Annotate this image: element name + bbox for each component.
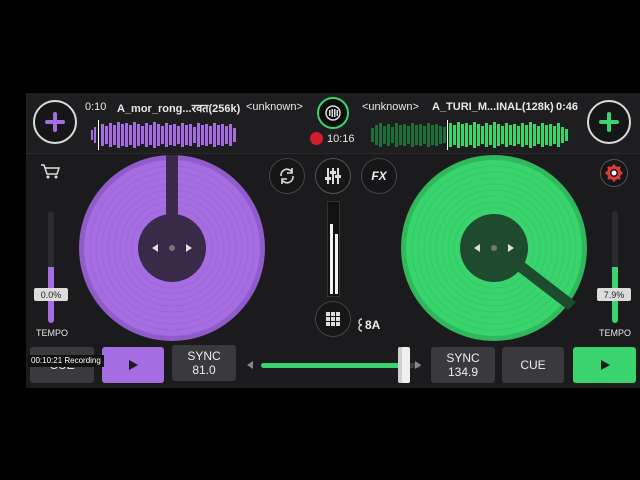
play-icon (600, 360, 610, 370)
sync-cycle-icon (280, 168, 294, 184)
left-waveform[interactable] (89, 120, 239, 150)
right-waveform[interactable] (369, 120, 574, 150)
gear-icon (605, 164, 623, 182)
right-bpm-value: 134.9 (447, 365, 479, 379)
fx-icon: FX (371, 169, 387, 183)
add-track-left-button[interactable] (33, 100, 77, 144)
right-tempo-value: 7.9% (597, 288, 631, 301)
left-bpm-value: 81.0 (192, 363, 216, 377)
right-track-title: A_TURI_M...INAL(128k) (432, 101, 554, 113)
top-bar: 0:10 A_mor_rong...रवत(256k) <unknown> 10… (26, 93, 640, 154)
dj-app-window: 0:10 A_mor_rong...रवत(256k) <unknown> 10… (26, 93, 640, 388)
add-track-right-button[interactable] (587, 100, 631, 144)
right-platter[interactable] (400, 154, 588, 342)
right-sync-label: SYNC (446, 351, 480, 365)
sync-cycle-button[interactable] (269, 158, 305, 194)
grid-icon (326, 312, 340, 326)
left-play-button[interactable] (102, 347, 164, 383)
app-logo-button[interactable] (317, 97, 349, 129)
left-sync-label: SYNC (187, 349, 221, 363)
grid-menu-button[interactable] (315, 301, 351, 337)
left-tempo-value: 0.0% (34, 288, 68, 301)
bottom-bar: CUE SYNC 81.0 SYNC 134.9 CUE (26, 345, 640, 388)
crossfader-fill (261, 363, 409, 368)
crossfader-handle[interactable] (398, 347, 410, 383)
left-platter[interactable] (78, 154, 266, 342)
vu-meter-right-bar (335, 234, 338, 294)
key-label: 8A (365, 318, 381, 332)
logo-icon (325, 105, 341, 121)
mixer-button[interactable] (315, 158, 351, 194)
record-time: 10:16 (327, 133, 355, 145)
mixer-sliders-icon (325, 168, 341, 184)
vu-meter-left-bar (330, 224, 333, 294)
left-track-time: 0:10 (85, 101, 107, 113)
left-sync-button[interactable]: SYNC 81.0 (172, 345, 236, 381)
cart-icon[interactable] (40, 163, 62, 179)
right-sync-button[interactable]: SYNC 134.9 (431, 347, 495, 383)
left-track-title: A_mor_rong...रवत(256k) (117, 103, 241, 115)
key-icon (358, 318, 363, 332)
record-icon[interactable] (310, 132, 323, 145)
right-tempo-fader[interactable] (612, 211, 618, 323)
fx-button[interactable]: FX (361, 158, 397, 194)
crossfader-right-arrow-icon (415, 361, 421, 369)
right-tempo-label: TEMPO (599, 328, 632, 338)
recording-overlay: 00:10:21 Recording (28, 355, 104, 367)
crossfader-track[interactable] (261, 363, 421, 368)
right-cue-button[interactable]: CUE (502, 347, 564, 383)
settings-button[interactable] (600, 159, 628, 187)
left-tempo-fader[interactable] (48, 211, 54, 323)
right-track-artist: <unknown> (362, 101, 419, 113)
left-track-artist: <unknown> (246, 101, 303, 113)
right-track-time: 0:46 (556, 101, 579, 113)
key-indicator[interactable]: 8A (356, 318, 380, 332)
left-tempo-label: TEMPO (36, 328, 69, 338)
right-cue-label: CUE (520, 358, 546, 372)
right-play-button[interactable] (573, 347, 636, 383)
vu-meter (327, 201, 340, 297)
play-icon (129, 360, 138, 370)
crossfader-left-arrow-icon (247, 361, 253, 369)
